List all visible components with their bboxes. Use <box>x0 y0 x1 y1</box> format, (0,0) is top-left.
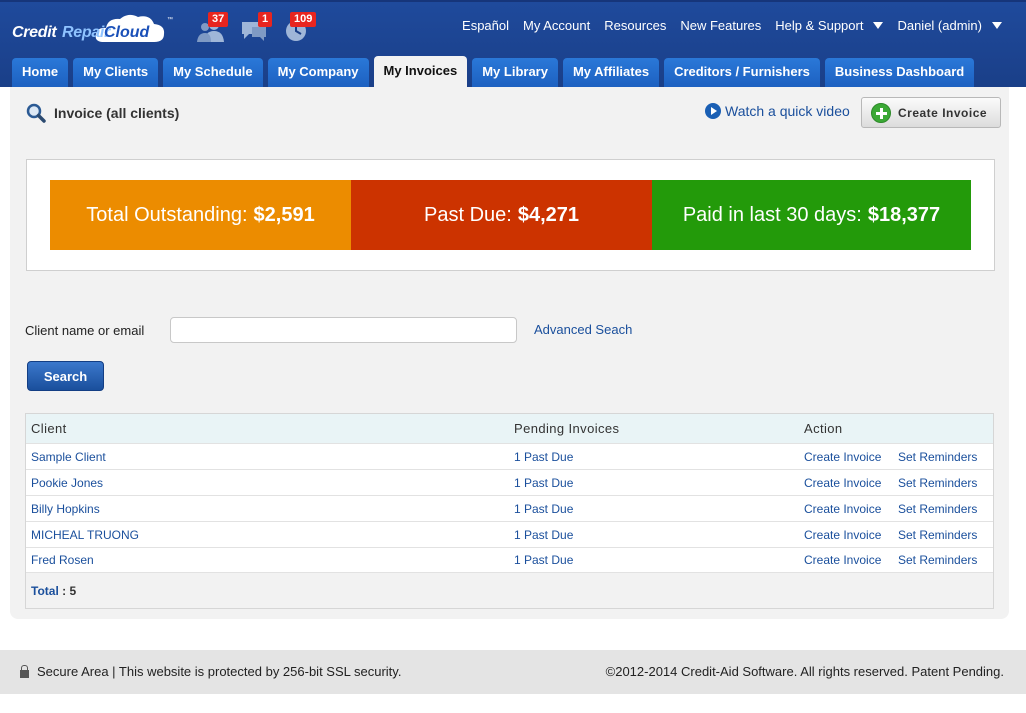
brand-part3: Cloud <box>104 24 150 41</box>
paid-30-days-label: Paid in last 30 days: <box>682 203 862 226</box>
nav-resources[interactable]: Resources <box>604 18 666 33</box>
nav-new-features[interactable]: New Features <box>680 18 761 33</box>
client-link[interactable]: Billy Hopkins <box>31 502 100 516</box>
tab-my-affiliates[interactable]: My Affiliates <box>562 58 660 89</box>
advanced-search-link[interactable]: Advanced Seach <box>534 322 632 337</box>
table-row: Sample Client 1 Past Due Create Invoice … <box>26 443 993 469</box>
tab-home[interactable]: Home <box>12 58 69 89</box>
notification-badge: 1 <box>258 12 273 27</box>
paid-30-days-stat: Paid in last 30 days: $18,377 <box>652 180 971 250</box>
watch-video-label: Watch a quick video <box>725 103 850 119</box>
users-notification[interactable]: 37 <box>196 12 236 44</box>
notification-badge: 109 <box>290 12 317 27</box>
header: Credit Repair Cloud ™ 37 1 109 Español M… <box>0 0 1026 89</box>
header-client: Client <box>31 421 67 436</box>
create-invoice-link[interactable]: Create Invoice <box>804 476 881 490</box>
create-invoice-button[interactable]: Create Invoice <box>861 97 1001 128</box>
pending-invoices-link[interactable]: 1 Past Due <box>514 476 573 490</box>
footer: Secure Area | This website is protected … <box>0 650 1026 694</box>
tab-my-invoices[interactable]: My Invoices <box>373 56 468 89</box>
chevron-down-icon[interactable] <box>992 22 1002 29</box>
tasks-notification[interactable]: 109 <box>284 12 324 44</box>
header-action: Action <box>804 421 843 436</box>
set-reminders-link[interactable]: Set Reminders <box>898 450 977 464</box>
past-due-stat: Past Due: $4,271 <box>351 180 652 250</box>
header-pending-invoices: Pending Invoices <box>514 421 620 436</box>
tab-my-company[interactable]: My Company <box>267 58 369 89</box>
chevron-down-icon[interactable] <box>873 22 884 29</box>
tab-creditors-furnishers[interactable]: Creditors / Furnishers <box>664 58 820 89</box>
create-invoice-link[interactable]: Create Invoice <box>804 553 881 567</box>
page-title: Invoice (all clients) <box>54 105 180 121</box>
table-total: Total : 5 <box>31 584 76 598</box>
tab-business-dashboard[interactable]: Business Dashboard <box>824 58 975 89</box>
paid-30-days-value: $18,377 <box>867 203 941 226</box>
main-tabs: Home My Clients My Schedule My Company M… <box>12 56 979 89</box>
set-reminders-link[interactable]: Set Reminders <box>898 476 977 490</box>
table-row: Billy Hopkins 1 Past Due Create Invoice … <box>26 495 993 521</box>
main-panel: Invoice (all clients) Watch a quick vide… <box>10 87 1009 619</box>
set-reminders-link[interactable]: Set Reminders <box>898 553 977 567</box>
client-link[interactable]: Pookie Jones <box>31 476 103 490</box>
set-reminders-link[interactable]: Set Reminders <box>898 528 977 542</box>
pending-invoices-link[interactable]: 1 Past Due <box>514 502 573 516</box>
search-label: Client name or email <box>25 323 145 338</box>
total-outstanding-stat: Total Outstanding: $2,591 <box>50 180 351 250</box>
lock-icon <box>20 664 29 678</box>
nav-help-support[interactable]: Help & Support <box>775 18 863 33</box>
play-icon <box>705 103 721 119</box>
copyright-text: ©2012-2014 Credit-Aid Software. All righ… <box>605 664 1004 679</box>
secure-area-text: Secure Area | This website is protected … <box>37 664 402 679</box>
brand-logo[interactable]: Credit Repair Cloud ™ <box>12 12 173 48</box>
top-navigation: Español My Account Resources New Feature… <box>448 18 1002 33</box>
table-row: MICHEAL TRUONG 1 Past Due Create Invoice… <box>26 521 993 547</box>
past-due-value: $4,271 <box>517 203 579 226</box>
create-invoice-label: Create Invoice <box>898 105 988 120</box>
create-invoice-link[interactable]: Create Invoice <box>804 450 881 464</box>
total-outstanding-label: Total Outstanding: <box>86 203 248 226</box>
search-icon <box>26 103 46 123</box>
messages-notification[interactable]: 1 <box>240 12 280 44</box>
table-header: Client Pending Invoices Action <box>26 414 993 443</box>
client-link[interactable]: Sample Client <box>31 450 106 464</box>
set-reminders-link[interactable]: Set Reminders <box>898 502 977 516</box>
pending-invoices-link[interactable]: 1 Past Due <box>514 528 573 542</box>
invoice-table: Client Pending Invoices Action Sample Cl… <box>25 413 994 609</box>
page-header: Invoice (all clients) <box>26 103 179 123</box>
create-invoice-link[interactable]: Create Invoice <box>804 502 881 516</box>
table-row: Fred Rosen 1 Past Due Create Invoice Set… <box>26 547 993 573</box>
create-invoice-link[interactable]: Create Invoice <box>804 528 881 542</box>
table-row: Pookie Jones 1 Past Due Create Invoice S… <box>26 469 993 495</box>
tab-my-schedule[interactable]: My Schedule <box>163 58 263 89</box>
client-link[interactable]: MICHEAL TRUONG <box>31 528 139 542</box>
client-search-input[interactable] <box>170 317 517 343</box>
past-due-label: Past Due: <box>424 203 512 226</box>
brand-part1: Credit <box>12 24 57 41</box>
client-link[interactable]: Fred Rosen <box>31 553 94 567</box>
notification-badge: 37 <box>208 12 229 27</box>
pending-invoices-link[interactable]: 1 Past Due <box>514 553 573 567</box>
total-separator: : <box>58 584 70 598</box>
watch-video-link[interactable]: Watch a quick video <box>705 103 850 119</box>
plus-icon <box>871 102 891 123</box>
nav-user-menu[interactable]: Daniel (admin) <box>897 18 982 33</box>
search-button[interactable]: Search <box>27 361 104 391</box>
total-count: 5 <box>69 584 77 598</box>
secure-area-notice: Secure Area | This website is protected … <box>20 664 401 679</box>
total-outstanding-value: $2,591 <box>253 203 315 226</box>
total-label: Total <box>31 584 59 598</box>
nav-my-account[interactable]: My Account <box>523 18 590 33</box>
invoice-summary: Total Outstanding: $2,591 Past Due: $4,2… <box>26 159 995 271</box>
brand-part2: Repair <box>62 24 110 41</box>
tab-my-library[interactable]: My Library <box>472 58 558 89</box>
brand-tm: ™ <box>167 17 173 23</box>
tab-my-clients[interactable]: My Clients <box>73 58 159 89</box>
pending-invoices-link[interactable]: 1 Past Due <box>514 450 573 464</box>
nav-espanol[interactable]: Español <box>462 18 509 33</box>
